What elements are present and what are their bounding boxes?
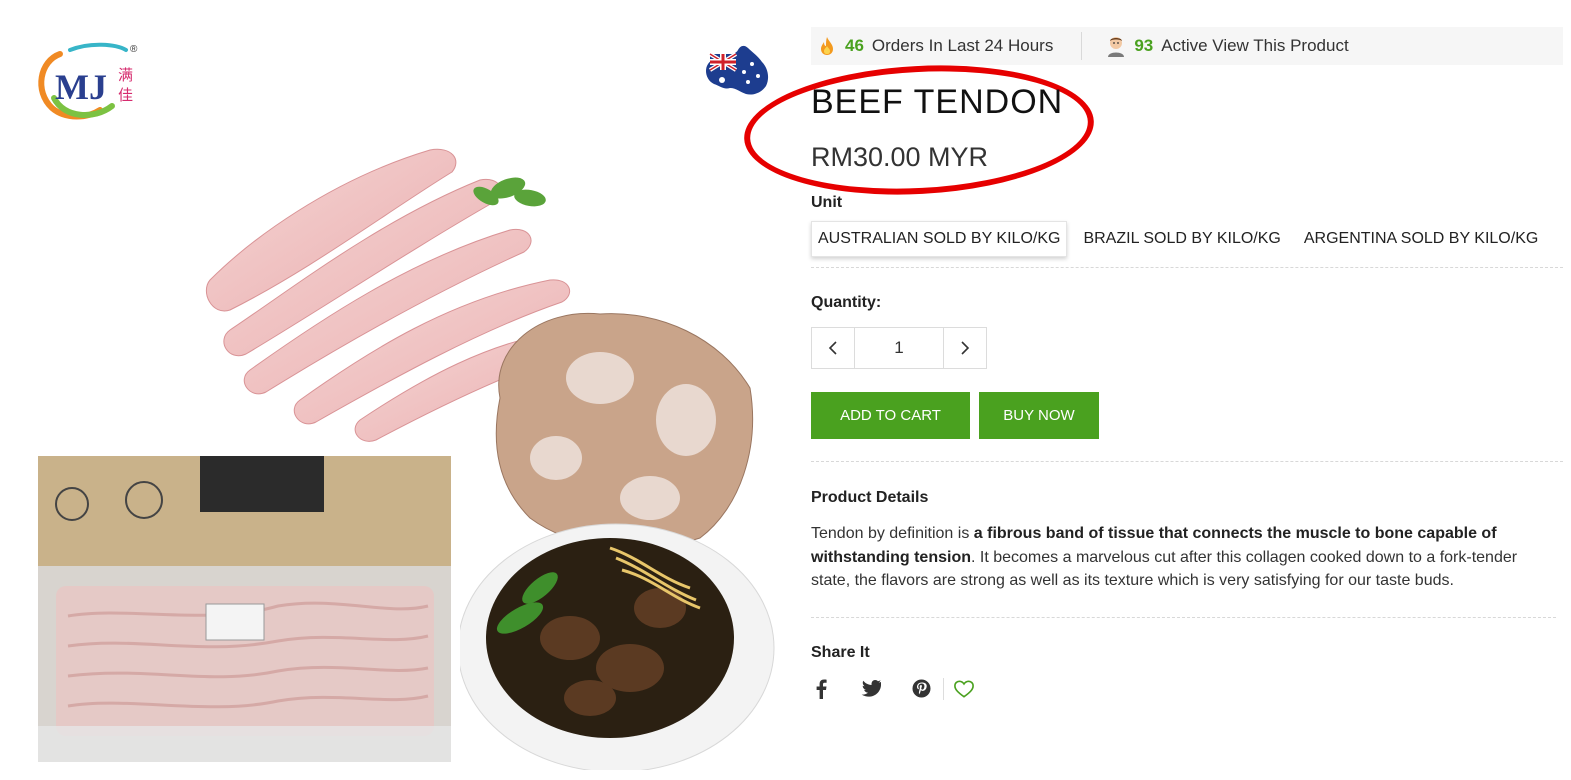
viewers-text: Active View This Product: [1161, 36, 1349, 55]
product-details-heading: Product Details: [811, 489, 929, 506]
quantity-increase-button[interactable]: [944, 328, 986, 368]
share-heading: Share It: [811, 643, 870, 661]
orders-text: Orders In Last 24 Hours: [871, 36, 1054, 55]
quantity-input[interactable]: 1: [854, 328, 944, 368]
heart-icon[interactable]: [954, 678, 974, 700]
unit-options: AUSTRALIAN SOLD BY KILO/KG BRAZIL SOLD B…: [811, 221, 1563, 268]
description-intro: Tendon by definition is: [811, 525, 974, 542]
twitter-icon[interactable]: [861, 678, 881, 700]
svg-text:®: ®: [130, 44, 138, 55]
chevron-left-icon: [828, 341, 837, 355]
share-icons: [811, 677, 1563, 700]
product-title: BEEF TENDON: [811, 83, 1064, 121]
orders-stat: 46 Orders In Last 24 Hours: [817, 36, 1053, 56]
viewer-person-icon: [1108, 37, 1125, 57]
viewers-count: 93: [1134, 36, 1154, 55]
svg-text:满: 满: [118, 66, 133, 84]
packaged-tendon-box-photo: [38, 456, 451, 762]
unit-option-australian[interactable]: AUSTRALIAN SOLD BY KILO/KG: [811, 221, 1068, 257]
chevron-right-icon: [961, 341, 970, 355]
unit-option-argentina[interactable]: ARGENTINA SOLD BY KILO/KG: [1297, 221, 1545, 257]
add-to-cart-button[interactable]: ADD TO CART: [811, 392, 970, 439]
viewers-stat: 93 Active View This Product: [1106, 35, 1349, 57]
cooked-tendon-noodle-soup-photo: [460, 312, 775, 770]
unit-label: Unit: [811, 194, 843, 211]
unit-option-brazil[interactable]: BRAZIL SOLD BY KILO/KG: [1076, 221, 1287, 257]
buy-now-button[interactable]: BUY NOW: [979, 392, 1099, 439]
orders-count: 46: [845, 36, 864, 55]
quantity-label: Quantity:: [811, 294, 882, 311]
svg-text:佳: 佳: [118, 86, 133, 104]
facebook-icon[interactable]: [811, 678, 831, 700]
share-divider: [943, 677, 944, 700]
social-proof-bar: 46 Orders In Last 24 Hours 93 Active Vie…: [811, 27, 1563, 65]
stat-divider: [1081, 32, 1083, 60]
product-price: RM30.00 MYR: [811, 142, 989, 172]
product-info-panel: 46 Orders In Last 24 Hours 93 Active Vie…: [811, 27, 1563, 700]
fire-icon: [821, 37, 833, 55]
purchase-actions: ADD TO CART BUY NOW: [811, 392, 1563, 462]
pinterest-icon[interactable]: [911, 678, 931, 700]
product-image-gallery: MJ 满 佳 ®: [0, 0, 790, 780]
product-description: Tendon by definition is a fibrous band o…: [811, 522, 1556, 618]
quantity-stepper: 1: [811, 327, 987, 369]
brand-logo: MJ 满 佳 ®: [38, 42, 138, 120]
quantity-decrease-button[interactable]: [812, 328, 854, 368]
australia-flag-icon: [706, 45, 769, 95]
svg-text:MJ: MJ: [55, 67, 107, 107]
